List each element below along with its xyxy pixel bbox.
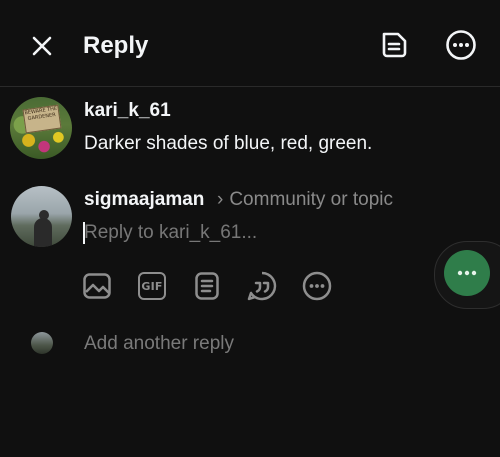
original-post-text: Darker shades of blue, red, green. <box>84 133 373 154</box>
original-poster-username[interactable]: kari_k_61 <box>84 99 171 123</box>
poll-icon <box>195 272 219 300</box>
avatar-sign: BEWARE THE GARDENER <box>22 104 62 134</box>
original-poster-avatar[interactable]: BEWARE THE GARDENER <box>10 97 72 159</box>
add-quote-button[interactable] <box>244 268 280 304</box>
more-options-button[interactable] <box>443 27 479 63</box>
top-bar: Reply <box>0 0 500 88</box>
header-divider <box>0 86 500 87</box>
more-options-icon <box>446 30 476 60</box>
close-button[interactable] <box>26 30 58 62</box>
drafts-icon <box>382 32 407 58</box>
more-attachments-button[interactable] <box>299 268 335 304</box>
page-title: Reply <box>83 32 149 59</box>
avatar-sign-text: BEWARE THE GARDENER <box>24 105 58 122</box>
community-topic-selector[interactable]: › Community or topic <box>217 188 393 212</box>
add-another-avatar <box>31 332 53 354</box>
drafts-button[interactable] <box>376 27 412 63</box>
attachment-toolbar: GIF <box>79 268 335 304</box>
more-icon <box>302 271 332 301</box>
quote-icon <box>247 271 277 301</box>
add-another-reply-button[interactable]: Add another reply <box>84 332 234 356</box>
current-user-username: sigmaajaman <box>84 189 205 210</box>
gif-icon: GIF <box>138 272 166 300</box>
floating-chat-bubble[interactable] <box>444 250 490 296</box>
text-caret <box>83 222 85 244</box>
close-icon <box>32 36 52 56</box>
reply-input[interactable] <box>84 220 424 246</box>
community-topic-placeholder: Community or topic <box>229 189 393 210</box>
add-poll-button[interactable] <box>189 268 225 304</box>
image-icon <box>83 273 111 299</box>
add-gif-button[interactable]: GIF <box>134 268 170 304</box>
dots-icon <box>457 270 477 276</box>
chevron-right-icon: › <box>217 189 224 210</box>
add-image-button[interactable] <box>79 268 115 304</box>
current-user-avatar <box>11 186 72 247</box>
